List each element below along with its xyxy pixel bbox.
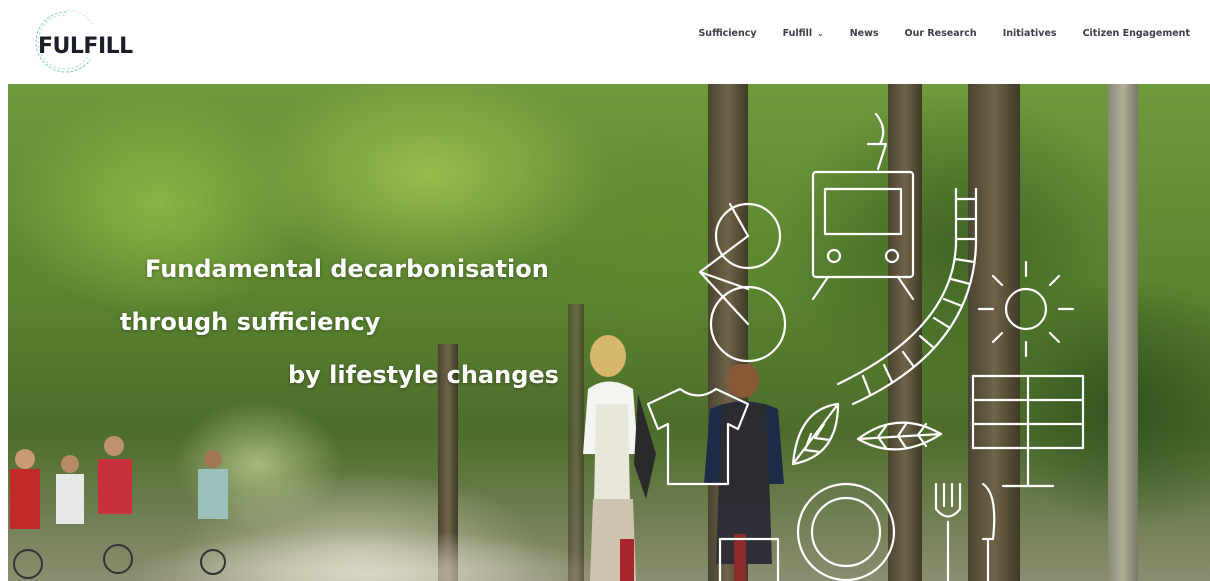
knife-icon [981,482,996,581]
chevron-down-icon: ⌄ [814,29,824,38]
shirt-icon [646,387,750,486]
sun-icon [977,260,1075,358]
solar-panel-icon [971,374,1085,488]
nav-item-our-research[interactable]: Our Research [892,28,990,40]
nav-item-news[interactable]: News [837,28,892,40]
leaf-icon [856,421,943,451]
nav-item-citizen-engagement[interactable]: Citizen Engagement [1070,28,1190,40]
tram-icon [811,112,915,301]
railway-track-icon [836,187,978,406]
nav-item-sufficiency[interactable]: Sufficiency [685,28,769,40]
fulfill-logo[interactable]: FULFILL [30,8,140,74]
brand-name: FULFILL [38,34,133,59]
main-nav: Sufficiency Fulfill ⌄ News Our Research … [685,28,1190,40]
nav-item-fulfill[interactable]: Fulfill ⌄ [770,28,837,40]
fork-icon [934,482,962,581]
nav-item-initiatives[interactable]: Initiatives [990,28,1070,40]
leaf-icon [791,402,840,466]
sufficiency-illustration [646,112,1085,581]
plate-icon [796,482,896,581]
hero-banner: Fundamental decarbonisation through suff… [8,84,1210,581]
site-header: FULFILL Sufficiency Fulfill ⌄ News Our R… [0,0,1210,84]
bicycle-icon [698,202,787,363]
